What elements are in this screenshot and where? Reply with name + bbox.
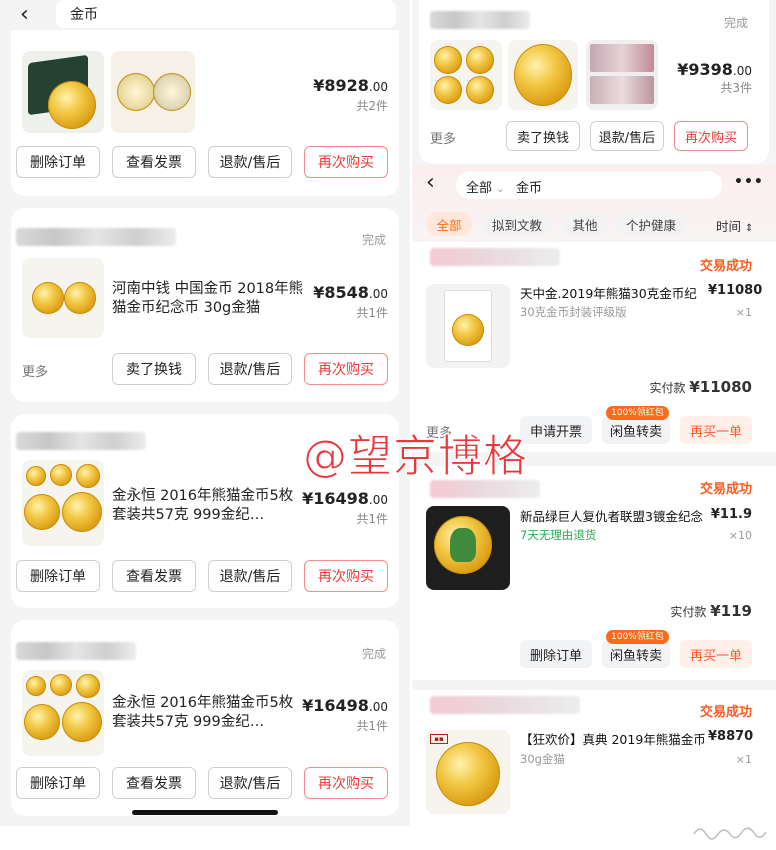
product-thumb-coin-set[interactable] — [430, 40, 502, 110]
order-status: 完成 — [362, 233, 387, 247]
item-count: 共1件 — [356, 512, 388, 526]
order-status: 交易成功 — [700, 482, 753, 497]
item-price: ¥8870 — [708, 729, 754, 744]
refund-button[interactable]: 退款/售后 — [208, 146, 292, 178]
order-price: ¥8928.00 — [313, 76, 388, 95]
product-thumb-gold-box[interactable] — [22, 51, 104, 133]
buy-again-button[interactable]: 再次购买 — [674, 121, 748, 151]
more-link[interactable]: 更多 — [430, 128, 456, 147]
sort-by-time[interactable]: 时间 ⇕ — [716, 216, 753, 235]
item-count: ×1 — [735, 306, 752, 319]
shop-name-blurred — [430, 248, 560, 266]
order-price: ¥9398.00 — [677, 60, 752, 79]
return-policy: 7天无理由退货 — [520, 528, 597, 542]
more-menu-icon[interactable]: ••• — [734, 174, 764, 190]
shop-name-blurred — [430, 11, 530, 29]
delete-order-button[interactable]: 删除订单 — [16, 560, 100, 592]
chevron-down-icon: ⌄ — [496, 184, 505, 195]
product-thumb-coin-set[interactable] — [22, 670, 104, 756]
tab-all[interactable]: 全部 — [426, 212, 472, 236]
item-price: ¥11.9 — [710, 507, 752, 522]
shop-name-blurred — [16, 228, 176, 246]
refund-button[interactable]: 退款/售后 — [208, 767, 292, 799]
weibo-signature-mark — [690, 820, 770, 842]
item-count: 共1件 — [356, 306, 388, 320]
delete-order-button[interactable]: 删除订单 — [16, 767, 100, 799]
order-price: ¥16498.00 — [302, 696, 388, 715]
sell-button[interactable]: 卖了换钱 — [112, 353, 196, 385]
product-thumb-coin-set[interactable] — [22, 460, 104, 546]
item-count: 共1件 — [356, 719, 388, 733]
order-price: ¥16498.00 — [302, 489, 388, 508]
product-title[interactable]: 河南中钱 中国金币 2018年熊猫金币纪念币 30g金猫 — [112, 280, 304, 318]
buy-again-button[interactable]: 再次购买 — [304, 767, 388, 799]
buy-again-button[interactable]: 再次购买 — [304, 146, 388, 178]
shop-name-blurred — [430, 696, 580, 714]
bottom-area — [0, 826, 410, 850]
product-title[interactable]: 金永恒 2016年熊猫金币5枚套装共57克 999金纪… — [112, 694, 298, 732]
scope-select[interactable]: 全部 ⌄ — [466, 177, 505, 196]
refund-button[interactable]: 退款/售后 — [590, 121, 664, 151]
product-title[interactable]: 天中金.2019年熊猫30克金币纪 — [520, 283, 697, 302]
tab-personal-care[interactable]: 个护健康 — [616, 212, 686, 236]
search-keyword: 金币 — [70, 7, 98, 23]
apply-invoice-button[interactable]: 申请开票 — [520, 416, 592, 444]
product-thumb-hulk-coin[interactable] — [426, 506, 510, 590]
paid-amount: 实付款 ¥11080 — [649, 378, 752, 396]
search-field[interactable] — [56, 0, 396, 28]
product-thumb-graded-coin[interactable] — [426, 284, 510, 368]
red-packet-badge: 100%领红包 — [606, 406, 669, 420]
sort-icon: ⇕ — [745, 223, 754, 234]
view-invoice-button[interactable]: 查看发票 — [112, 146, 196, 178]
order-status: 交易成功 — [700, 705, 753, 720]
product-title[interactable]: 金永恒 2016年熊猫金币5枚套装共57克 999金纪… — [112, 487, 298, 525]
product-thumb-panda-coin[interactable]: ▪▪ — [426, 730, 510, 814]
paid-amount: 实付款 ¥119 — [670, 602, 752, 620]
item-count: 共3件 — [720, 81, 752, 95]
red-packet-badge: 100%领红包 — [606, 630, 669, 644]
order-status: 交易成功 — [700, 259, 753, 274]
order-status: 完成 — [362, 647, 387, 661]
buy-again-button[interactable]: 再次购买 — [304, 560, 388, 592]
resell-button[interactable]: 闲鱼转卖 — [602, 416, 670, 444]
view-invoice-button[interactable]: 查看发票 — [112, 767, 196, 799]
item-price: ¥11080 — [708, 283, 763, 298]
shop-name-blurred — [16, 432, 146, 450]
product-thumb-coins[interactable] — [111, 51, 195, 133]
tab-culture[interactable]: 拟到文教 — [482, 212, 552, 236]
home-indicator — [132, 810, 278, 815]
refund-button[interactable]: 退款/售后 — [208, 353, 292, 385]
order-status: 完成 — [724, 16, 749, 30]
buy-again-button[interactable]: 再买一单 — [680, 416, 752, 444]
order-price: ¥8548.00 — [313, 283, 388, 302]
delete-order-button[interactable]: 删除订单 — [16, 146, 100, 178]
shop-name-blurred — [16, 642, 136, 660]
product-title[interactable]: 新品绿巨人复仇者联盟3镀金纪念 — [520, 506, 703, 525]
product-spec: 30克金币封装评级版 — [520, 305, 627, 319]
refund-button[interactable]: 退款/售后 — [208, 560, 292, 592]
product-spec: 30g金猫 — [520, 752, 565, 766]
item-count: ×10 — [728, 529, 752, 542]
watermark-text: @望京博格 — [303, 431, 528, 483]
search-keyword: 金币 — [516, 181, 543, 196]
product-thumb-banknote[interactable] — [586, 40, 658, 110]
resell-button[interactable]: 闲鱼转卖 — [602, 640, 670, 668]
back-icon[interactable]: ‹ — [20, 2, 29, 27]
sell-button[interactable]: 卖了换钱 — [506, 121, 580, 151]
buy-again-button[interactable]: 再买一单 — [680, 640, 752, 668]
item-count: 共2件 — [356, 99, 388, 113]
delete-order-button[interactable]: 删除订单 — [520, 640, 592, 668]
product-title[interactable]: 【狂欢价】真典 2019年熊猫金币 — [520, 729, 706, 748]
item-count: ×1 — [735, 753, 752, 766]
buy-again-button[interactable]: 再次购买 — [304, 353, 388, 385]
tab-other[interactable]: 其他 — [562, 212, 608, 236]
back-icon[interactable]: ‹ — [426, 170, 435, 195]
product-thumb-panda-coin[interactable] — [22, 258, 104, 338]
view-invoice-button[interactable]: 查看发票 — [112, 560, 196, 592]
product-thumb-train-coin[interactable] — [508, 40, 578, 110]
more-link[interactable]: 更多 — [22, 361, 48, 380]
